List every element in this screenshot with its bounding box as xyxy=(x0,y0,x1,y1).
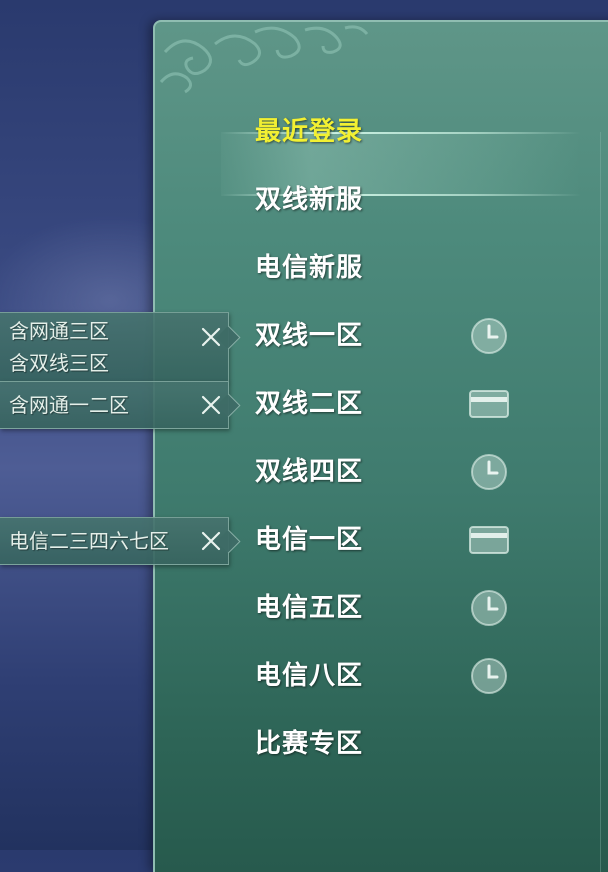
server-label: 电信八区 xyxy=(255,661,364,691)
server-item-dual-line-4[interactable]: 双线四区 xyxy=(240,442,540,502)
server-label: 电信一区 xyxy=(255,525,364,555)
tooltip-line: 含双线三区 xyxy=(9,351,109,375)
tooltip-line: 含网通一二区 xyxy=(9,393,129,417)
server-item-telecom-5[interactable]: 电信五区 xyxy=(240,578,540,638)
server-item-recent-login[interactable]: 最近登录 xyxy=(240,102,540,162)
server-label: 双线二区 xyxy=(255,389,364,419)
server-label: 电信五区 xyxy=(255,593,364,623)
merged-servers-tooltip: 含网通三区含双线三区 xyxy=(0,312,241,382)
server-label: 比赛专区 xyxy=(255,729,364,759)
server-label: 双线新服 xyxy=(255,185,364,215)
clock-icon xyxy=(471,454,507,490)
close-icon[interactable] xyxy=(198,392,224,418)
close-icon[interactable] xyxy=(198,528,224,554)
close-icon[interactable] xyxy=(198,324,224,350)
server-item-telecom-8[interactable]: 电信八区 xyxy=(240,646,540,706)
clock-icon xyxy=(471,318,507,354)
server-item-telecom-new[interactable]: 电信新服 xyxy=(240,238,540,298)
server-label: 最近登录 xyxy=(255,117,364,147)
server-item-dual-line-2[interactable]: 双线二区 xyxy=(240,374,540,434)
server-item-telecom-1[interactable]: 电信一区 xyxy=(240,510,540,570)
server-item-dual-line-1[interactable]: 双线一区 xyxy=(240,306,540,366)
card-icon xyxy=(469,526,509,554)
clock-icon xyxy=(471,658,507,694)
server-item-tournament-zone[interactable]: 比赛专区 xyxy=(240,714,540,774)
server-label: 电信新服 xyxy=(255,253,364,283)
clock-icon xyxy=(471,590,507,626)
merged-servers-tooltip: 电信二三四六七区 xyxy=(0,517,241,565)
tooltip-line: 电信二三四六七区 xyxy=(9,529,169,553)
merged-servers-tooltip: 含网通一二区 xyxy=(0,381,241,429)
server-label: 双线四区 xyxy=(255,457,364,487)
server-label: 双线一区 xyxy=(255,321,364,351)
card-icon xyxy=(469,390,509,418)
tooltip-line: 含网通三区 xyxy=(9,319,109,343)
server-item-dual-line-new[interactable]: 双线新服 xyxy=(240,170,540,230)
